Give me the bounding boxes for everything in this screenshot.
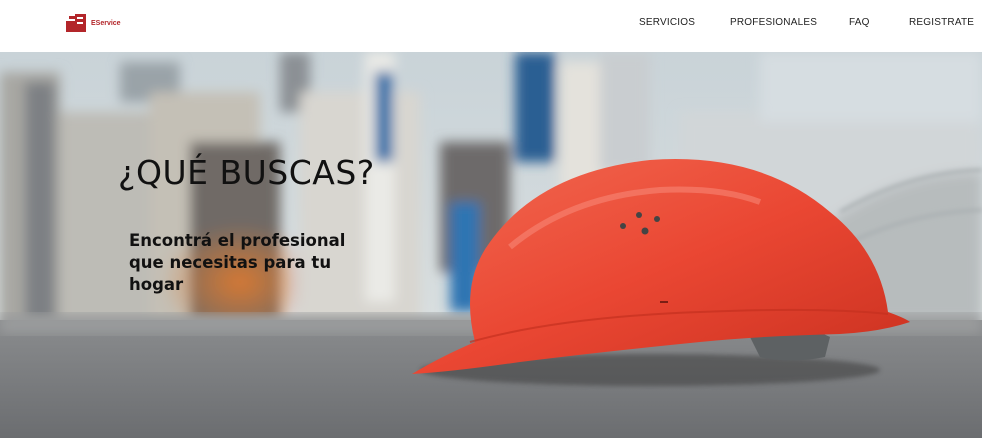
hero-subtitle: Encontrá el profesional que necesitas pa… <box>129 231 346 294</box>
nav-faq[interactable]: FAQ <box>849 17 870 28</box>
main-nav: SERVICIOS PROFESIONALES FAQ REGISTRATE <box>0 17 982 31</box>
hero-title: ¿QUÉ BUSCAS? <box>118 153 375 192</box>
hero-section: ¿QUÉ BUSCAS? Encontrá el profesional que… <box>0 52 982 438</box>
nav-profesionales[interactable]: PROFESIONALES <box>730 17 817 28</box>
nav-registrate[interactable]: REGISTRATE <box>909 17 974 28</box>
nav-servicios[interactable]: SERVICIOS <box>639 17 695 28</box>
top-navbar: EService SERVICIOS PROFESIONALES FAQ REG… <box>0 0 982 52</box>
